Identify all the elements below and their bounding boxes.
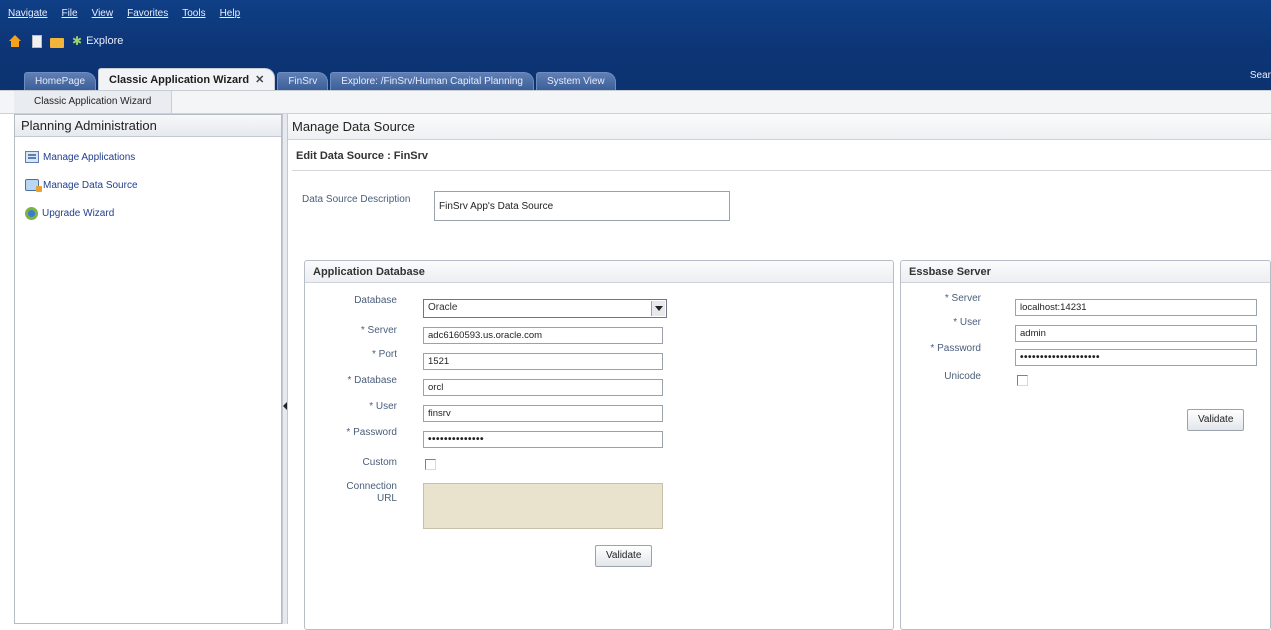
upgrade-wizard-icon bbox=[25, 206, 38, 220]
menu-tools[interactable]: Tools bbox=[182, 8, 205, 24]
connection-url-label: Connection URL bbox=[305, 481, 397, 505]
custom-checkbox[interactable] bbox=[425, 459, 436, 470]
essbase-user-field[interactable] bbox=[1015, 325, 1257, 342]
home-icon[interactable] bbox=[8, 34, 22, 48]
breadcrumb: Classic Application Wizard bbox=[0, 90, 1271, 114]
tab-label: Classic Application Wizard bbox=[109, 73, 250, 86]
essbase-server-label: * Server bbox=[944, 293, 981, 304]
database-type-value: Oracle bbox=[428, 302, 458, 313]
document-icon[interactable] bbox=[32, 34, 42, 48]
tab-system-view[interactable]: System View bbox=[536, 72, 616, 90]
applications-icon bbox=[25, 151, 39, 163]
connection-url-label-line1: Connection bbox=[346, 481, 397, 492]
server-label: * Server bbox=[360, 325, 397, 336]
nav-item-label: Manage Applications bbox=[43, 151, 136, 163]
custom-label: Custom bbox=[362, 457, 397, 468]
essbase-server-group: Essbase Server * Server * User * Passwor… bbox=[900, 260, 1271, 630]
connection-url-field bbox=[423, 483, 663, 529]
panel-title: Planning Administration bbox=[15, 115, 281, 137]
password-field[interactable] bbox=[423, 431, 663, 448]
tab-finsrv[interactable]: FinSrv bbox=[277, 72, 329, 90]
server-field[interactable] bbox=[423, 327, 663, 344]
database-type-select[interactable]: Oracle bbox=[423, 299, 667, 318]
edit-section-title: Edit Data Source : FinSrv bbox=[296, 150, 429, 162]
explore-label: Explore bbox=[86, 35, 124, 47]
nav-item-manage-applications[interactable]: Manage Applications bbox=[15, 143, 281, 171]
application-header: Navigate File View Favorites Tools Help … bbox=[0, 0, 1271, 90]
collapse-arrow-icon[interactable] bbox=[283, 402, 287, 410]
menu-view[interactable]: View bbox=[92, 8, 114, 24]
nav-item-manage-data-source[interactable]: Manage Data Source bbox=[15, 171, 281, 199]
port-label: * Port bbox=[371, 349, 397, 360]
validate-database-button[interactable]: Validate bbox=[595, 545, 653, 567]
tab-classic-application-wizard[interactable]: Classic Application Wizard ✕ bbox=[98, 68, 276, 90]
folder-icon[interactable] bbox=[50, 37, 64, 48]
essbase-password-label: * Password bbox=[930, 343, 981, 354]
search-label[interactable]: Sear bbox=[1250, 70, 1271, 81]
tab-label: Explore: /FinSrv/Human Capital Planning bbox=[341, 76, 523, 87]
user-label: * User bbox=[369, 401, 397, 412]
nav-item-label: Manage Data Source bbox=[43, 179, 138, 191]
data-source-description-label: Data Source Description bbox=[302, 194, 411, 205]
toolbar: ✱ Explore bbox=[8, 30, 123, 52]
user-field[interactable] bbox=[423, 405, 663, 422]
database-name-field[interactable] bbox=[423, 379, 663, 396]
close-icon[interactable]: ✕ bbox=[255, 73, 264, 86]
unicode-label: Unicode bbox=[944, 371, 981, 382]
database-name-label: * Database bbox=[347, 375, 397, 386]
database-type-label: Database bbox=[354, 295, 397, 306]
breadcrumb-item[interactable]: Classic Application Wizard bbox=[14, 91, 173, 113]
validate-essbase-button[interactable]: Validate bbox=[1187, 409, 1245, 431]
port-field[interactable] bbox=[423, 353, 663, 370]
menu-bar: Navigate File View Favorites Tools Help bbox=[8, 8, 240, 24]
navigation-panel: Planning Administration Manage Applicati… bbox=[14, 114, 282, 624]
tab-label: System View bbox=[547, 76, 605, 87]
chevron-down-icon[interactable] bbox=[651, 301, 665, 316]
tab-label: FinSrv bbox=[288, 76, 318, 87]
divider bbox=[292, 170, 1271, 171]
unicode-checkbox[interactable] bbox=[1017, 375, 1028, 386]
nav-item-upgrade-wizard[interactable]: Upgrade Wizard bbox=[15, 199, 281, 227]
password-label: * Password bbox=[346, 427, 397, 438]
tab-homepage[interactable]: HomePage bbox=[24, 72, 97, 90]
menu-navigate[interactable]: Navigate bbox=[8, 8, 47, 24]
menu-favorites[interactable]: Favorites bbox=[127, 8, 168, 24]
menu-help[interactable]: Help bbox=[220, 8, 241, 24]
tab-label: HomePage bbox=[35, 76, 86, 87]
explore-icon: ✱ bbox=[72, 34, 83, 48]
tab-bar: HomePage Classic Application Wizard ✕ Fi… bbox=[24, 68, 618, 90]
nav-item-label: Upgrade Wizard bbox=[42, 207, 115, 219]
data-source-description-field[interactable] bbox=[434, 191, 730, 221]
tab-explore[interactable]: Explore: /FinSrv/Human Capital Planning bbox=[330, 72, 534, 90]
application-database-group: Application Database Database Oracle * S… bbox=[304, 260, 894, 630]
page-title: Manage Data Source bbox=[288, 114, 1271, 140]
data-source-icon bbox=[25, 179, 42, 192]
essbase-password-field[interactable] bbox=[1015, 349, 1257, 366]
menu-file[interactable]: File bbox=[61, 8, 77, 24]
explore-button[interactable]: ✱ Explore bbox=[72, 34, 123, 48]
group-title: Application Database bbox=[305, 261, 893, 283]
essbase-server-field[interactable] bbox=[1015, 299, 1257, 316]
essbase-user-label: * User bbox=[953, 317, 981, 328]
main-content: Manage Data Source Edit Data Source : Fi… bbox=[288, 114, 1271, 630]
connection-url-label-line2: URL bbox=[376, 493, 397, 504]
group-title: Essbase Server bbox=[901, 261, 1270, 283]
